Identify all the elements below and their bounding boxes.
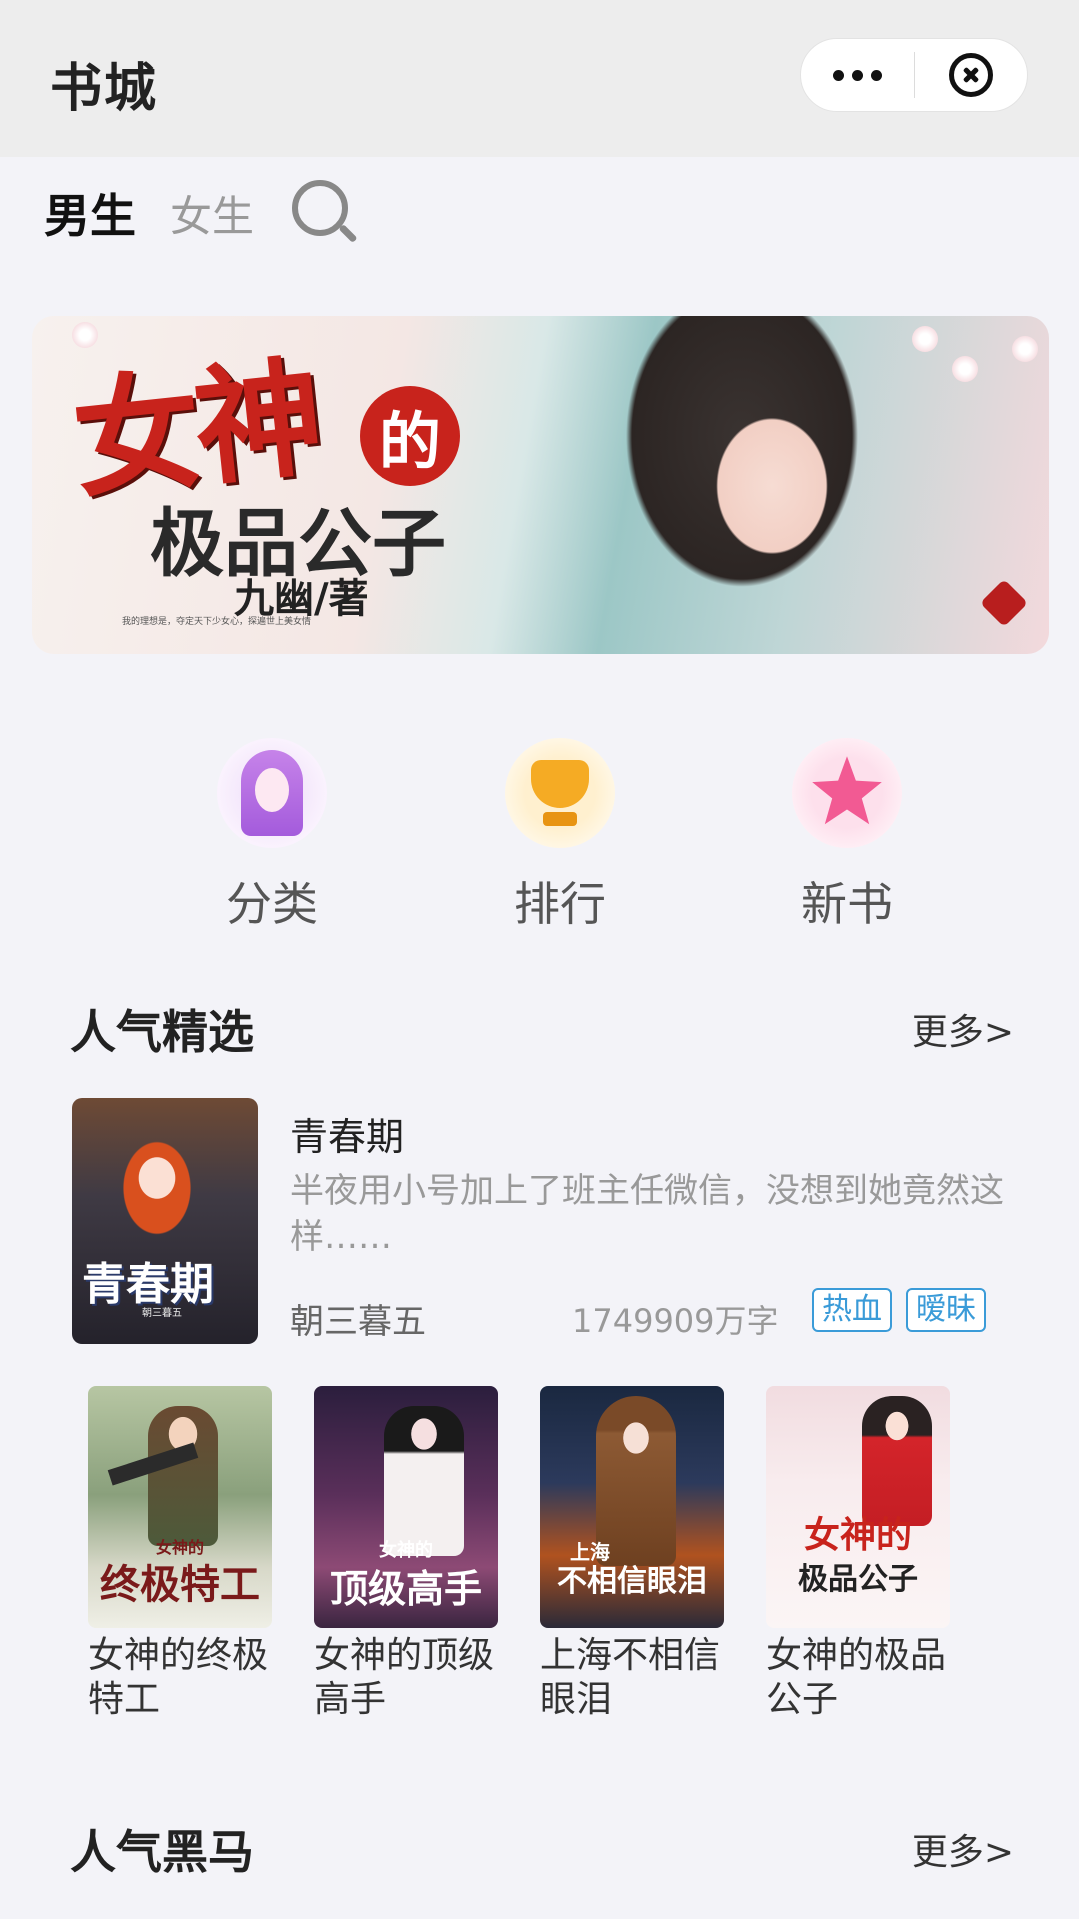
mini-program-capsule bbox=[800, 38, 1028, 112]
ranking-entry[interactable]: 排行 bbox=[480, 738, 640, 934]
more-link[interactable]: 更多> bbox=[912, 1003, 1014, 1055]
book-item[interactable]: 女神的 终极特工 女神的终极特工 bbox=[88, 1386, 272, 1722]
ranking-label: 排行 bbox=[514, 877, 606, 931]
gender-tabs: 男生 女生 bbox=[44, 178, 358, 248]
book-cover: 上海 不相信眼泪 bbox=[540, 1386, 724, 1628]
category-entry[interactable]: 分类 bbox=[192, 738, 352, 934]
page-title: 书城 bbox=[50, 59, 159, 119]
section-title: 人气黑马 bbox=[70, 1825, 254, 1879]
darkhorse-section-header: 人气黑马 更多> bbox=[70, 1816, 1014, 1882]
book-item[interactable]: 上海 不相信眼泪 上海不相信眼泪 bbox=[540, 1386, 724, 1722]
banner-title-de: 的 bbox=[360, 386, 460, 486]
tag-badge: 热血 bbox=[812, 1288, 892, 1332]
book-cover: 青春期 朝三暮五 bbox=[72, 1098, 258, 1344]
book-cover: 女神的 极品公子 bbox=[766, 1386, 950, 1628]
close-button[interactable] bbox=[915, 38, 1028, 112]
more-link[interactable]: 更多> bbox=[912, 1823, 1014, 1875]
popular-section-header: 人气精选 更多> bbox=[70, 996, 1014, 1062]
cover-title: 青春期 bbox=[82, 1259, 214, 1310]
trophy-icon bbox=[505, 738, 615, 848]
new-books-label: 新书 bbox=[801, 877, 893, 931]
word-count: 1749909万字 bbox=[572, 1302, 779, 1340]
category-label: 分类 bbox=[226, 877, 318, 931]
book-item[interactable]: 女神的 极品公子 女神的极品公子 bbox=[766, 1386, 950, 1722]
search-icon[interactable] bbox=[288, 178, 358, 248]
book-name: 女神的终极特工 bbox=[88, 1635, 269, 1720]
book-name: 女神的极品公子 bbox=[766, 1635, 947, 1720]
section-title: 人气精选 bbox=[70, 1005, 254, 1059]
tab-male[interactable]: 男生 bbox=[44, 180, 136, 246]
featured-book[interactable]: 青春期 朝三暮五 青春期 半夜用小号加上了班主任微信，没想到她竟然这样…… 朝三… bbox=[72, 1098, 1012, 1344]
new-books-entry[interactable]: 新书 bbox=[767, 738, 927, 934]
book-tags: 热血 暧昧 bbox=[812, 1288, 986, 1332]
more-button[interactable] bbox=[801, 38, 914, 112]
book-title: 青春期 bbox=[290, 1115, 405, 1159]
girl-avatar-icon bbox=[217, 738, 327, 848]
book-cover: 女神的 顶级高手 bbox=[314, 1386, 498, 1628]
tag-badge: 暧昧 bbox=[906, 1288, 986, 1332]
banner-blurb: 我的理想是，夺定天下少女心，探遍世上美女情 bbox=[122, 617, 312, 627]
close-circle-icon bbox=[948, 53, 993, 97]
top-bar: 书城 bbox=[0, 0, 1079, 157]
cover-author: 朝三暮五 bbox=[142, 1308, 182, 1319]
more-dots-icon bbox=[832, 69, 882, 81]
star-icon bbox=[792, 738, 902, 848]
book-description: 半夜用小号加上了班主任微信，没想到她竟然这样…… bbox=[290, 1171, 1004, 1257]
book-author: 朝三暮五 bbox=[290, 1302, 426, 1342]
book-cover: 女神的 终极特工 bbox=[88, 1386, 272, 1628]
promo-banner[interactable]: 女神 的 极品公子 九幽/著 我的理想是，夺定天下少女心，探遍世上美女情 bbox=[32, 316, 1049, 654]
tab-female[interactable]: 女生 bbox=[170, 183, 254, 244]
book-name: 上海不相信眼泪 bbox=[540, 1635, 721, 1720]
banner-illustration bbox=[592, 316, 1049, 654]
book-item[interactable]: 女神的 顶级高手 女神的顶级高手 bbox=[314, 1386, 498, 1722]
book-name: 女神的顶级高手 bbox=[314, 1635, 495, 1720]
